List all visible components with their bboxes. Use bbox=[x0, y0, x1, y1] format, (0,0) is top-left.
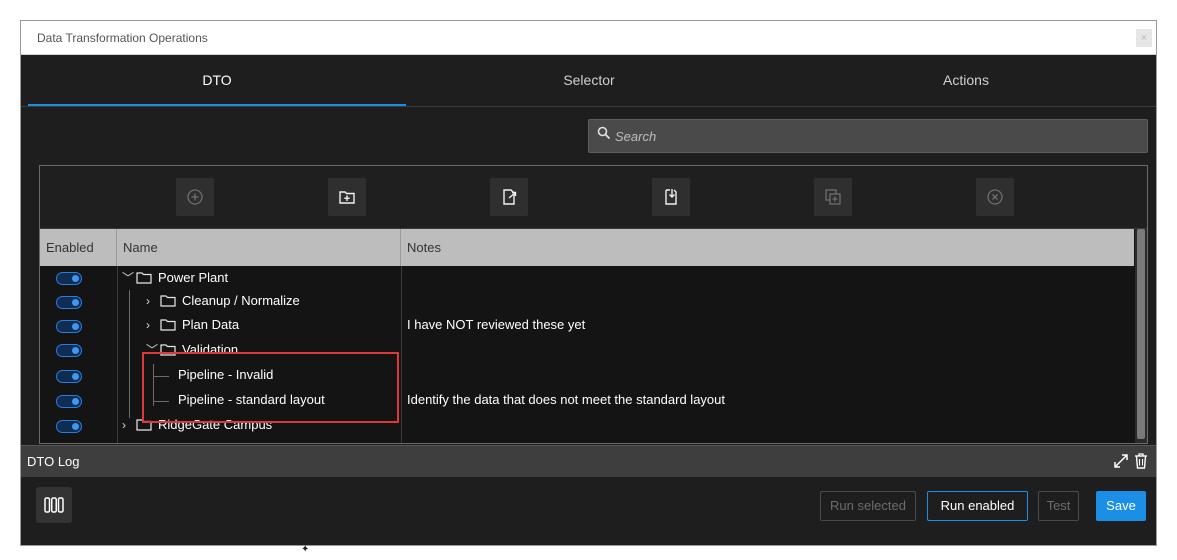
tree-row[interactable]: › Cleanup / Normalize bbox=[40, 290, 1134, 314]
annotation-highlight-box bbox=[142, 352, 399, 423]
grid-header: Enabled Name Notes bbox=[40, 229, 1134, 266]
tab-bar: DTO Selector Actions bbox=[21, 55, 1156, 107]
tab-actions[interactable]: Actions bbox=[777, 55, 1155, 107]
search-input[interactable]: Search bbox=[588, 119, 1148, 153]
mouse-cursor-icon: ✦ bbox=[301, 544, 310, 555]
enabled-toggle[interactable] bbox=[56, 296, 82, 309]
run-enabled-button[interactable]: Run enabled bbox=[927, 491, 1028, 521]
tab-divider bbox=[21, 106, 1156, 107]
column-header-name[interactable]: Name bbox=[117, 229, 401, 266]
duplicate-button[interactable] bbox=[814, 178, 852, 216]
row-name: Power Plant bbox=[158, 270, 229, 285]
log-label: DTO Log bbox=[27, 454, 80, 469]
run-selected-button[interactable]: Run selected bbox=[820, 491, 916, 521]
enabled-toggle[interactable] bbox=[56, 420, 82, 433]
expand-icon[interactable] bbox=[1112, 452, 1130, 470]
enabled-toggle[interactable] bbox=[56, 395, 82, 408]
scrollbar-thumb[interactable] bbox=[1137, 229, 1145, 439]
duplicate-icon bbox=[825, 189, 841, 205]
row-name: Plan Data bbox=[182, 317, 240, 332]
delete-circle-icon bbox=[987, 189, 1003, 205]
window-title: Data Transformation Operations bbox=[37, 31, 208, 45]
export-icon bbox=[503, 189, 517, 205]
folder-icon bbox=[160, 294, 176, 307]
search-icon bbox=[597, 126, 611, 140]
import-icon bbox=[665, 189, 677, 205]
action-bar: Run selected Run enabled Test Save bbox=[21, 477, 1156, 545]
add-folder-icon bbox=[339, 191, 355, 204]
enabled-toggle[interactable] bbox=[56, 272, 82, 285]
tree-row[interactable]: ﹀ Power Plant bbox=[40, 266, 1134, 290]
export-button[interactable] bbox=[490, 178, 528, 216]
add-button[interactable] bbox=[176, 178, 214, 216]
tree-row[interactable]: › Plan Data I have NOT reviewed these ye… bbox=[40, 314, 1134, 338]
chevron-down-icon[interactable]: ﹀ bbox=[122, 269, 136, 286]
delete-button[interactable] bbox=[976, 178, 1014, 216]
import-button[interactable] bbox=[652, 178, 690, 216]
row-notes: Identify the data that does not meet the… bbox=[407, 392, 725, 407]
column-header-notes[interactable]: Notes bbox=[401, 229, 1134, 266]
dto-grid: Enabled Name Notes ﹀ Power Plant › Clean… bbox=[40, 229, 1147, 476]
chevron-right-icon[interactable]: › bbox=[146, 294, 160, 308]
close-button[interactable]: × bbox=[1136, 29, 1152, 47]
search-placeholder: Search bbox=[615, 129, 657, 144]
enabled-toggle[interactable] bbox=[56, 370, 82, 383]
columns-icon bbox=[44, 497, 64, 513]
chevron-right-icon[interactable]: › bbox=[122, 418, 136, 432]
dto-toolbar bbox=[40, 166, 1147, 229]
add-circle-icon bbox=[187, 189, 203, 205]
enabled-toggle[interactable] bbox=[56, 320, 82, 333]
tab-dto[interactable]: DTO bbox=[28, 55, 406, 107]
test-button[interactable]: Test bbox=[1038, 491, 1079, 521]
tab-selector[interactable]: Selector bbox=[400, 55, 778, 107]
column-header-enabled[interactable]: Enabled bbox=[40, 229, 117, 266]
dto-panel: Enabled Name Notes ﹀ Power Plant › Clean… bbox=[39, 165, 1148, 476]
save-button[interactable]: Save bbox=[1096, 491, 1146, 521]
title-bar: Data Transformation Operations × bbox=[21, 21, 1156, 55]
dto-window: Data Transformation Operations × DTO Sel… bbox=[20, 20, 1157, 546]
row-name: Cleanup / Normalize bbox=[182, 293, 300, 308]
grid-body: ﹀ Power Plant › Cleanup / Normalize › Pl… bbox=[40, 266, 1134, 476]
columns-button[interactable] bbox=[36, 487, 72, 523]
add-folder-button[interactable] bbox=[328, 178, 366, 216]
folder-icon bbox=[136, 271, 152, 284]
trash-icon[interactable] bbox=[1132, 452, 1150, 470]
row-notes: I have NOT reviewed these yet bbox=[407, 317, 586, 332]
folder-icon bbox=[160, 318, 176, 331]
chevron-right-icon[interactable]: › bbox=[146, 318, 160, 332]
grid-scrollbar[interactable] bbox=[1135, 229, 1147, 443]
enabled-toggle[interactable] bbox=[56, 344, 82, 357]
dto-log-bar: DTO Log bbox=[21, 445, 1156, 477]
